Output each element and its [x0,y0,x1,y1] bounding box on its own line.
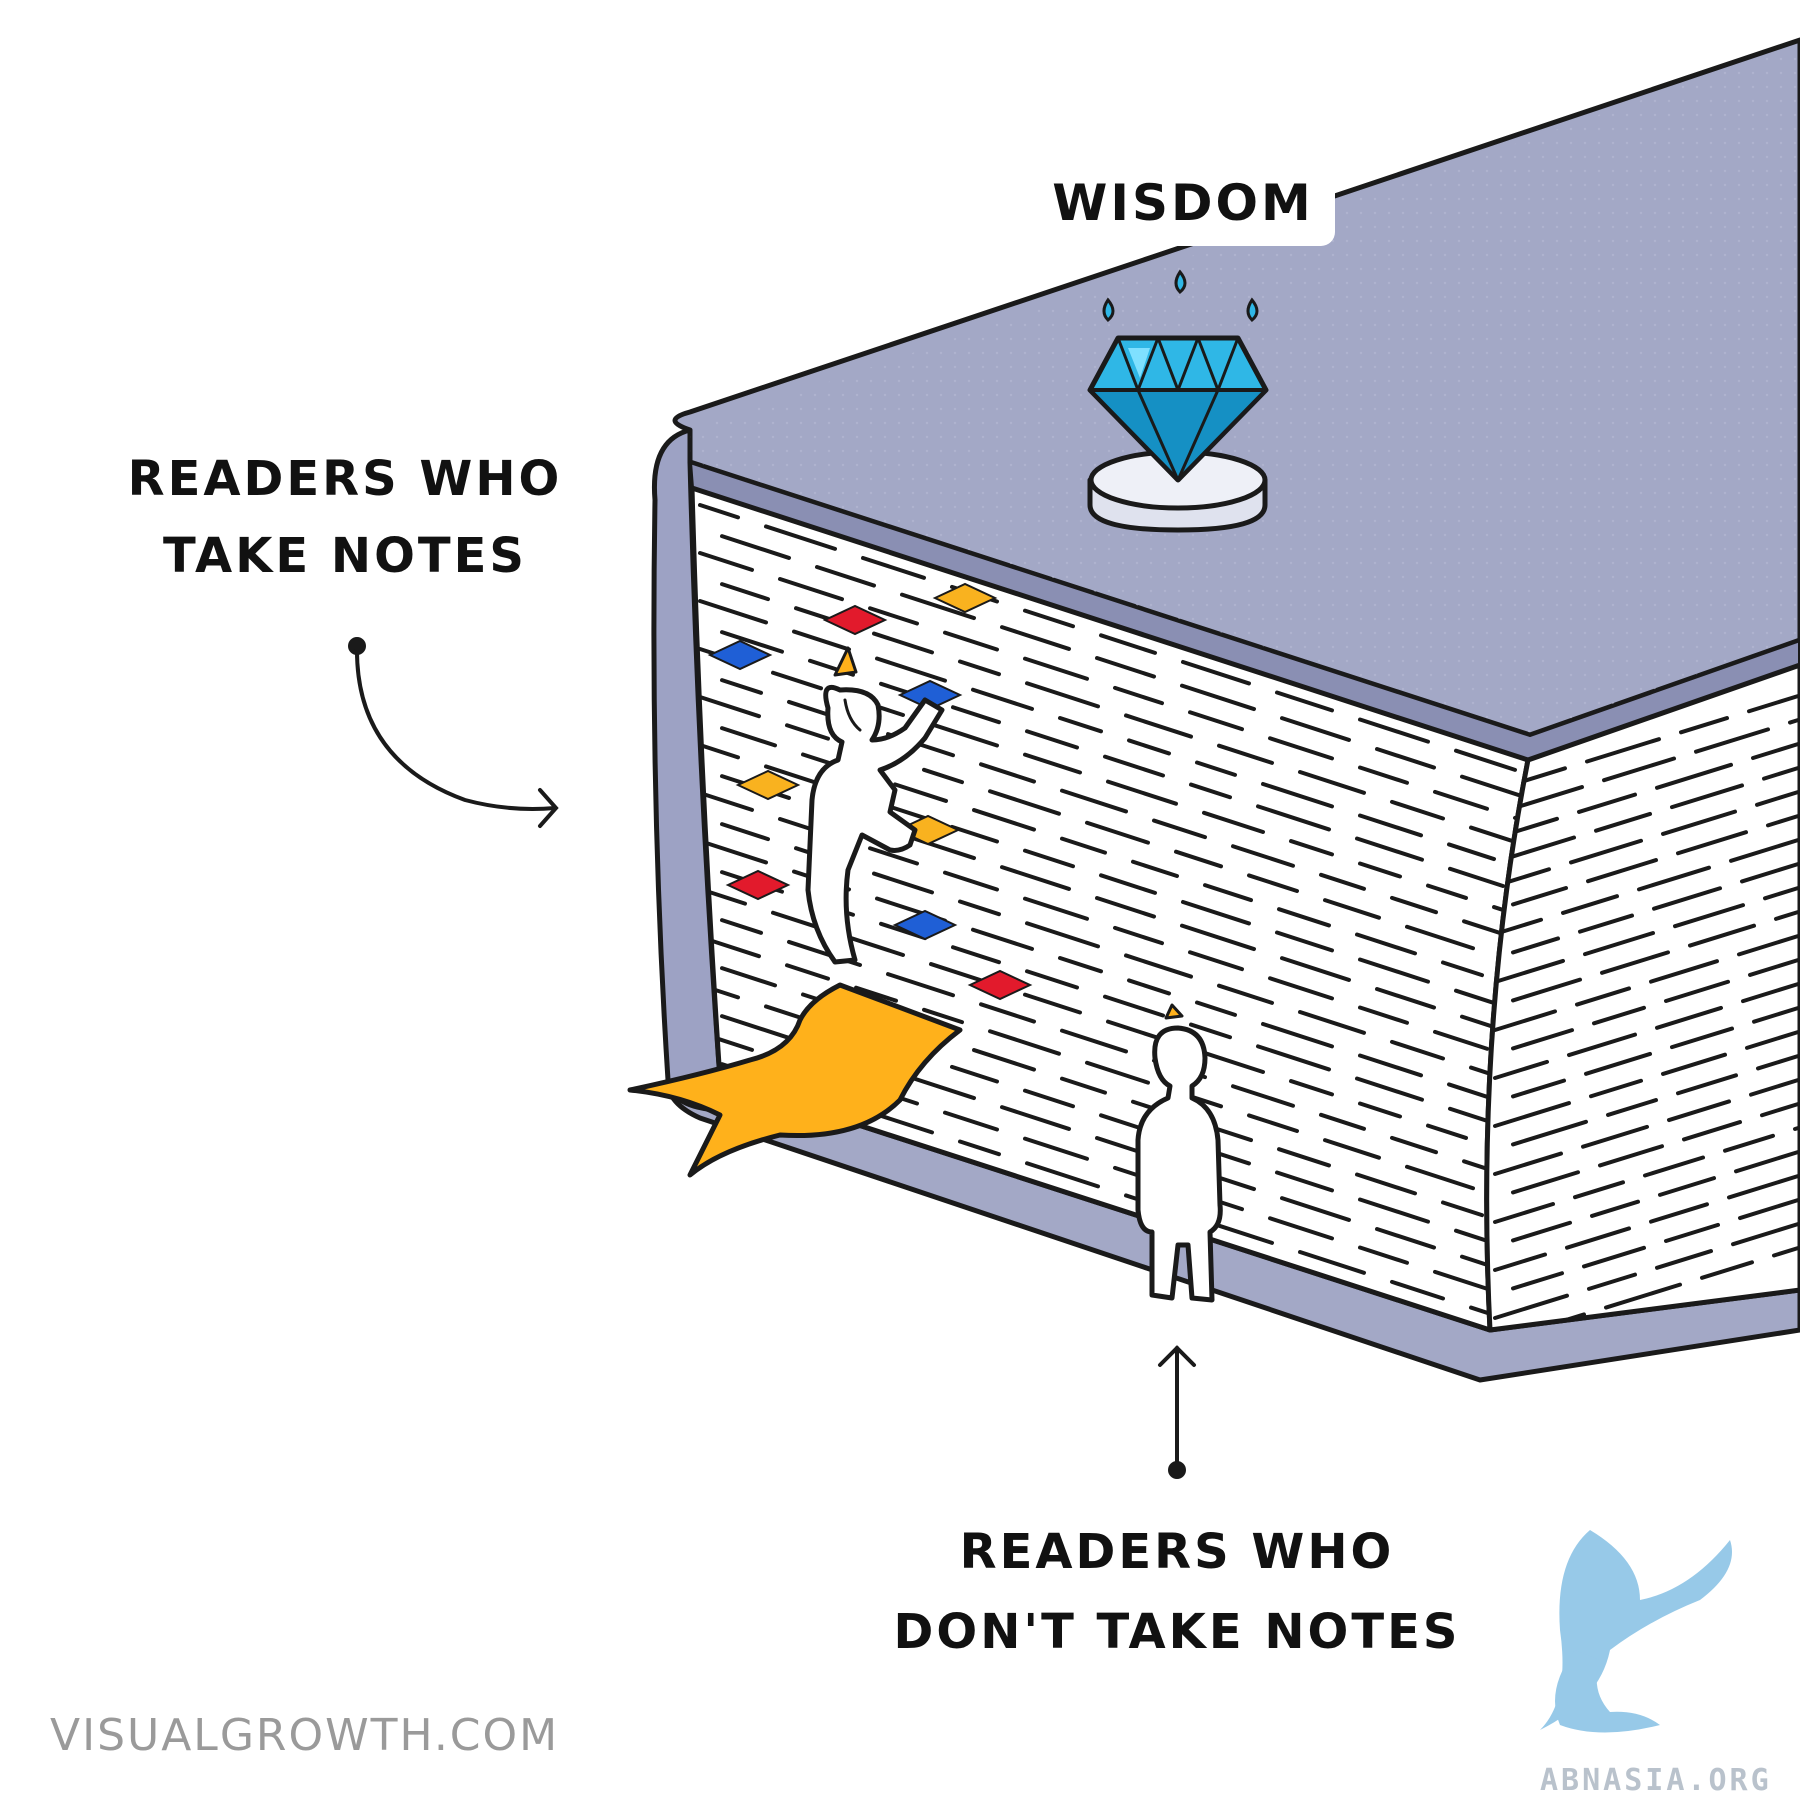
note-takers-label: READERS WHO TAKE NOTES [128,451,563,584]
watermark-text: ABNASIA.ORG [1540,1763,1772,1798]
non-note-takers-label: READERS WHO DON'T TAKE NOTES [894,1524,1461,1660]
wisdom-label-text: WISDOM [1052,174,1314,232]
non-note-takers-line-2: DON'T TAKE NOTES [894,1604,1461,1660]
page-line [1531,1375,1595,1396]
note-takers-arrow [348,637,559,828]
book-illustration: WISDOM READERS WHO TAKE NOTES READERS WH… [50,37,1800,1798]
wisdom-label: WISDOM [1040,160,1335,246]
non-note-takers-arrow [1158,1345,1196,1479]
note-takers-line-2: TAKE NOTES [163,528,527,584]
note-takers-line-1: READERS WHO [128,451,563,507]
non-note-takers-line-1: READERS WHO [960,1524,1395,1580]
credit-text: VISUALGROWTH.COM [50,1710,559,1761]
griffin-logo-icon [1540,1530,1732,1733]
